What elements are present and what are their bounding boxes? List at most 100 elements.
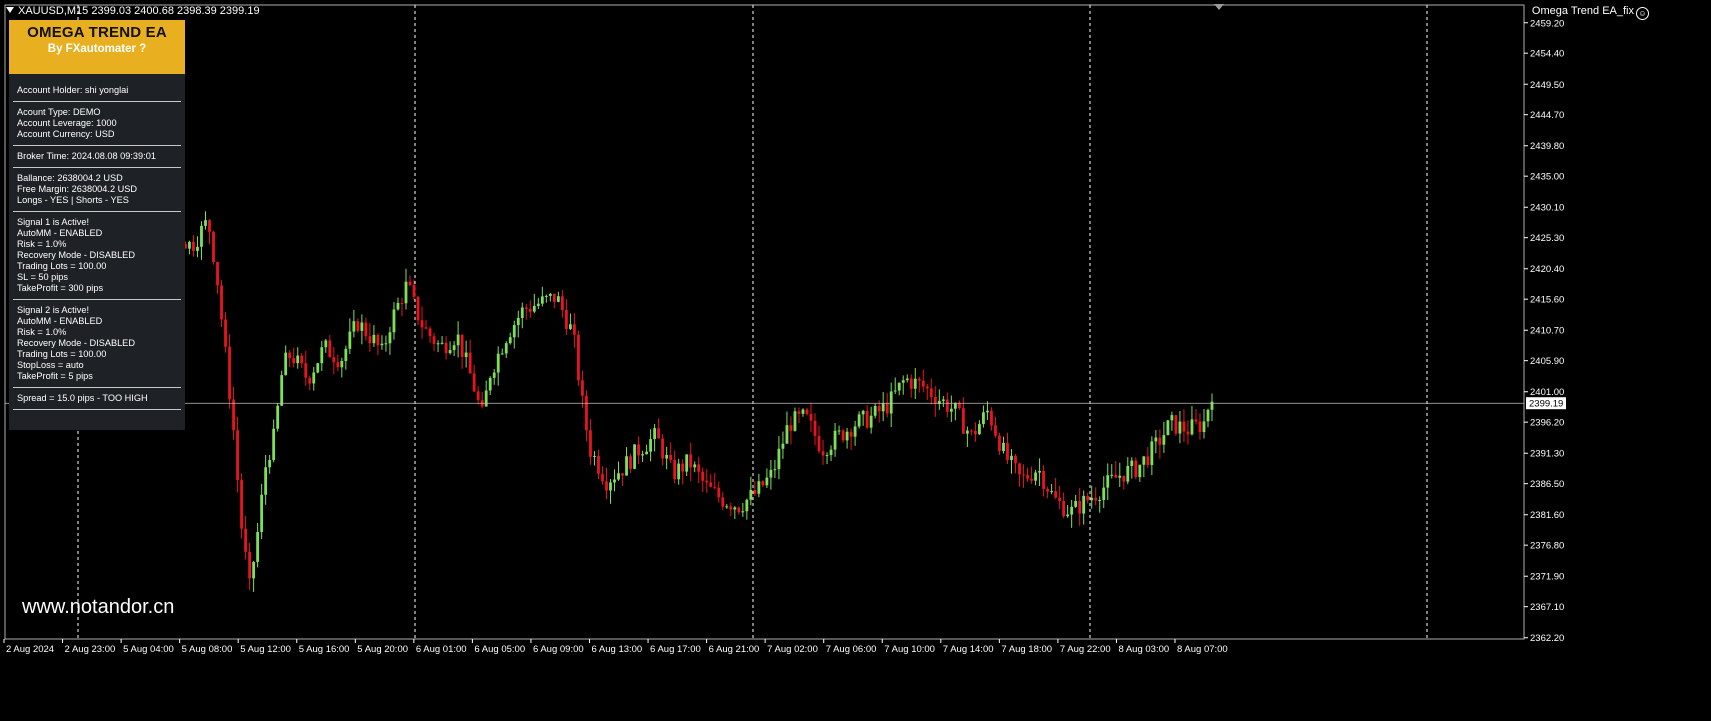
candle-body <box>1034 472 1037 481</box>
candle <box>994 416 997 438</box>
candle-body <box>813 420 817 436</box>
ea-panel-line: Spread = 15.0 pips - TOO HIGH <box>17 393 148 403</box>
candle <box>1046 486 1049 499</box>
ea-panel-separator <box>13 167 181 168</box>
candle <box>945 392 949 418</box>
candle <box>352 309 356 338</box>
x-tick-label: 2 Aug 23:00 <box>65 644 116 655</box>
candle <box>845 427 849 449</box>
candle <box>468 339 472 374</box>
candle <box>384 335 388 352</box>
candle-body <box>913 378 917 389</box>
candle <box>1030 466 1033 484</box>
candle-body <box>408 281 412 286</box>
candle-body <box>1110 474 1114 476</box>
chart-window[interactable]: 2459.20 2454.40 2449.50 2444.70 2439.80 2435.… <box>0 0 1711 721</box>
candle <box>589 419 592 465</box>
candle <box>376 333 380 356</box>
candle-body <box>629 456 632 469</box>
watermark-text: www.notandor.cn <box>22 596 175 618</box>
candle <box>340 357 344 378</box>
candle <box>1170 411 1174 431</box>
ea-name-label[interactable]: Omega Trend EA_fix ☺ <box>1532 5 1649 20</box>
candle <box>978 420 981 435</box>
candle <box>974 422 977 442</box>
ea-panel-line: Risk = 1.0% <box>17 327 67 337</box>
x-tick-label: 6 Aug 17:00 <box>650 644 701 655</box>
candle <box>921 369 925 393</box>
candle <box>308 375 312 391</box>
candle <box>745 498 749 520</box>
candle <box>1210 393 1214 422</box>
candle <box>937 389 941 410</box>
ea-panel-line: TakeProfit = 300 pips <box>17 283 104 293</box>
x-tick-label: 8 Aug 07:00 <box>1177 644 1228 655</box>
candle-body <box>998 435 1001 452</box>
candle-body <box>661 438 665 459</box>
ea-panel-separator <box>13 387 181 388</box>
candle <box>380 335 384 350</box>
candle <box>1042 465 1045 497</box>
y-tick-label: 2362.20 <box>1530 633 1564 644</box>
collapse-triangle-icon[interactable] <box>6 7 14 13</box>
candle <box>905 374 909 383</box>
candle <box>316 362 320 374</box>
ea-panel-line: Account Holder: shi yonglai <box>17 85 129 95</box>
candle-body <box>641 454 644 456</box>
ea-panel-line: SL = 50 pips <box>17 272 68 282</box>
candle-body <box>272 428 276 461</box>
candle-body <box>849 431 853 437</box>
x-tick-label: 5 Aug 08:00 <box>182 644 233 655</box>
candle-body <box>284 352 288 376</box>
candle <box>1066 504 1070 518</box>
candle <box>1002 436 1005 454</box>
chart-shift-marker-icon[interactable] <box>1214 4 1224 10</box>
y-tick-label: 2381.60 <box>1530 510 1564 521</box>
price-chart[interactable]: 2459.202454.402449.502444.702439.802435.… <box>0 0 1711 721</box>
x-tick-label: 5 Aug 12:00 <box>240 644 291 655</box>
candle-body <box>917 378 921 381</box>
candle-body <box>1086 495 1090 501</box>
candle-body <box>540 296 544 304</box>
candle <box>865 404 869 430</box>
candle <box>825 452 829 465</box>
current-price-label: 2399.19 <box>1529 399 1563 410</box>
candle <box>1062 492 1066 519</box>
x-tick-label: 5 Aug 04:00 <box>123 644 174 655</box>
ea-panel-line: Recovery Mode - DISABLED <box>17 250 135 260</box>
candle-body <box>1002 442 1005 452</box>
candle <box>813 413 817 446</box>
candle-body <box>609 482 612 491</box>
candle <box>392 302 396 340</box>
candle-body <box>1090 497 1094 501</box>
candle <box>633 444 636 470</box>
candle-body <box>352 321 356 332</box>
candle <box>625 447 628 476</box>
candle-body <box>869 415 873 428</box>
y-tick-label: 2444.70 <box>1530 110 1564 121</box>
candle <box>1202 408 1206 439</box>
candle-body <box>336 362 340 368</box>
candle-body <box>857 414 861 427</box>
candle <box>969 429 973 436</box>
candle-body <box>1042 470 1045 489</box>
candle <box>1106 463 1110 501</box>
candle-body <box>945 399 949 412</box>
candle <box>268 454 272 474</box>
candle <box>336 354 340 372</box>
candle <box>312 366 316 391</box>
candle <box>849 428 853 450</box>
candle-body <box>312 372 316 384</box>
candle-body <box>552 293 556 302</box>
candle-body <box>809 413 813 421</box>
candle-body <box>484 390 488 407</box>
candle-body <box>520 307 524 318</box>
candle <box>673 450 677 484</box>
candle-body <box>544 295 548 297</box>
candle <box>568 313 572 331</box>
candle <box>577 330 580 386</box>
candle-body <box>785 425 789 444</box>
candle-body <box>376 334 380 346</box>
y-tick-label: 2449.50 <box>1530 80 1564 91</box>
candle-body <box>605 481 608 491</box>
